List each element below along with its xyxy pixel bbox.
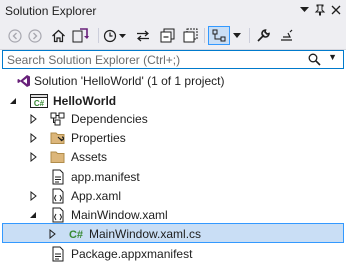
tree-item-dependencies[interactable]: Dependencies (0, 109, 346, 129)
switch-views-icon[interactable] (70, 26, 92, 45)
dependencies-icon (50, 111, 66, 127)
preview-selected-items-icon[interactable] (208, 26, 230, 45)
tree-item-label: Assets (71, 150, 108, 164)
collapsed-arrow-icon[interactable] (47, 228, 57, 240)
title-bar: Solution Explorer (0, 0, 346, 22)
window-title: Solution Explorer (5, 4, 97, 18)
tree-item-label: MainWindow.xaml.cs (89, 227, 202, 241)
tree-item-app-xaml[interactable]: App.xaml (0, 186, 346, 206)
xaml-file-icon (50, 207, 66, 223)
tree-item-label: Dependencies (71, 112, 148, 126)
tree-item-project[interactable]: C# HelloWorld (0, 91, 346, 111)
tree-item-solution[interactable]: Solution 'HelloWorld' (1 of 1 project) (0, 71, 346, 91)
collapsed-arrow-icon[interactable] (28, 190, 38, 202)
collapse-all-icon[interactable] (157, 26, 177, 45)
back-icon[interactable] (6, 26, 24, 45)
pin-icon[interactable] (313, 3, 327, 17)
cs-badge: C# (69, 229, 83, 241)
project-badge: C# (34, 99, 45, 108)
tree-item-assets[interactable]: Assets (0, 147, 346, 167)
search-icon[interactable] (308, 53, 321, 69)
collapsed-arrow-icon[interactable] (28, 113, 38, 125)
manifest-file-icon (50, 246, 66, 262)
toolbar (0, 22, 346, 50)
tree-item-mainwindow-xaml[interactable]: MainWindow.xaml (0, 205, 346, 225)
sync-icon[interactable] (133, 26, 153, 45)
tree-item-app-manifest[interactable]: app.manifest (0, 167, 346, 187)
forward-icon[interactable] (26, 26, 44, 45)
tree-item-label: Package.appxmanifest (71, 247, 193, 261)
show-all-files-icon[interactable] (180, 26, 200, 45)
tree-item-properties[interactable]: Properties (0, 128, 346, 148)
expanded-arrow-icon[interactable] (8, 95, 18, 107)
visual-studio-solution-icon (16, 73, 32, 89)
folder-icon (50, 149, 66, 165)
tree-item-mainwindow-xaml-cs[interactable]: C# MainWindow.xaml.cs (2, 223, 344, 243)
csharp-project-icon: C# (30, 93, 48, 109)
search-options-dropdown[interactable]: ▼ (328, 52, 337, 62)
solution-label: Solution 'HelloWorld' (1 of 1 project) (34, 74, 225, 88)
xaml-file-icon (50, 188, 66, 204)
preview-pane-icon[interactable] (276, 26, 296, 45)
tree-item-package-appxmanifest[interactable]: Package.appxmanifest (0, 244, 346, 264)
properties-folder-icon (50, 130, 66, 146)
close-icon[interactable] (329, 3, 343, 17)
collapsed-arrow-icon[interactable] (28, 132, 38, 144)
search-input[interactable]: Search Solution Explorer (Ctrl+;) ▼ (2, 50, 344, 69)
chevron-down-icon[interactable] (231, 26, 243, 45)
tree-item-label: Properties (71, 131, 126, 145)
toolbar-separator (204, 28, 205, 43)
tree-item-label: MainWindow.xaml (71, 208, 168, 222)
project-label: HelloWorld (53, 94, 117, 108)
properties-wrench-icon[interactable] (253, 26, 273, 45)
pending-changes-filter-icon[interactable] (102, 26, 128, 45)
csharp-file-icon: C# (67, 226, 85, 242)
toolbar-separator (98, 28, 99, 43)
manifest-file-icon (50, 169, 66, 185)
toolbar-separator (249, 28, 250, 43)
chevron-down-icon[interactable] (297, 3, 311, 17)
tree-item-label: app.manifest (71, 170, 140, 184)
tree-item-label: App.xaml (71, 189, 122, 203)
expanded-arrow-icon[interactable] (28, 209, 38, 221)
home-icon[interactable] (48, 26, 68, 45)
search-placeholder: Search Solution Explorer (Ctrl+;) (7, 53, 181, 67)
collapsed-arrow-icon[interactable] (28, 151, 38, 163)
